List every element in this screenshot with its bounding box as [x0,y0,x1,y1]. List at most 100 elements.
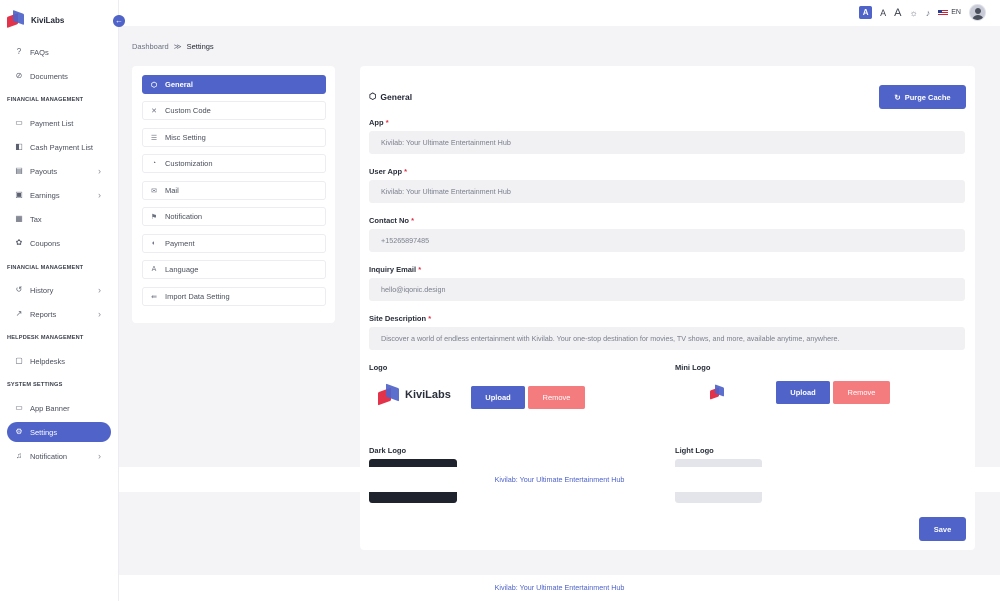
font-size-small-button[interactable]: A [859,6,873,19]
mail-icon: ✉ [151,187,157,195]
site-description-field[interactable]: Discover a world of endless entertainmen… [369,327,965,350]
sidebar-item-payment-list[interactable]: ▭ Payment List [7,113,111,133]
sidebar-item-label: History [30,285,54,295]
settings-menu-language[interactable]: A Language [142,260,326,279]
required-mark: * [385,118,389,127]
mini-logo-upload-button[interactable]: Upload [776,381,830,404]
required-mark: * [411,216,415,225]
sidebar-item-label: Reports [30,309,57,319]
sidebar-item-label: Payment List [30,118,74,128]
logo-preview-text: KiviLabs [405,389,451,401]
logo-label: Logo [369,363,388,372]
gift-icon: ✿ [15,238,23,247]
box-icon: ⬡ [369,91,377,101]
import-icon: ⇚ [151,293,157,301]
contact-no-field[interactable]: +15265897485 [369,229,965,252]
refresh-icon: ↻ [894,92,901,102]
inquiry-email-label: Inquiry Email * [369,265,421,274]
section-label-financial: FINANCIAL MANAGEMENT [7,97,84,103]
mini-logo-remove-button[interactable]: Remove [833,381,890,404]
sidebar-item-documents[interactable]: ⊘ Documents [7,66,111,86]
section-label-helpdesk: HELPDESK MANAGEMENT [7,335,84,341]
user-app-label: User App * [369,167,407,176]
required-mark: * [404,167,408,176]
language-selector[interactable]: EN [938,9,961,16]
menu-item-label: Mail [165,186,179,195]
purge-cache-button[interactable]: ↻ Purge Cache [879,85,966,109]
sidebar-item-label: Documents [30,71,68,81]
sidebar-item-label: Payouts [30,166,58,176]
sidebar-item-label: Notification [30,451,68,461]
app-name-field[interactable]: Kivilab: Your Ultimate Entertainment Hub [369,131,965,154]
avatar[interactable] [969,4,986,21]
sidebar-item-helpdesks[interactable]: ▢ Helpdesks [7,351,111,371]
settings-menu-general[interactable]: ⬡ General [142,75,326,94]
breadcrumb: Dashboard ≫ Settings [132,42,214,51]
sidebar-item-label: Settings [30,427,58,437]
menu-item-label: Custom Code [165,106,211,115]
settings-menu-import-data[interactable]: ⇚ Import Data Setting [142,287,326,306]
settings-menu-notification[interactable]: ⚑ Notification [142,207,326,226]
sidebar-item-settings[interactable]: ⚙ Settings [7,422,111,442]
sidebar-item-reports[interactable]: ↗ Reports › [7,304,111,324]
user-app-name-field[interactable]: Kivilab: Your Ultimate Entertainment Hub [369,180,965,203]
sidebar-item-app-banner[interactable]: ▭ App Banner [7,398,111,418]
settings-menu-mail[interactable]: ✉ Mail [142,181,326,200]
breadcrumb-separator: ≫ [173,42,182,51]
site-description-label: Site Description * [369,314,431,323]
menu-item-label: Payment [165,239,195,248]
calculator-icon: ▦ [15,214,23,223]
menu-item-label: Misc Setting [165,133,206,142]
logo-remove-button[interactable]: Remove [528,386,585,409]
sidebar-item-earnings[interactable]: ▣ Earnings › [7,185,111,205]
site-description-label-text: Site Description [369,314,427,323]
chevron-right-icon: › [98,451,101,461]
translate-icon: A [151,266,157,273]
sidebar-item-coupons[interactable]: ✿ Coupons [7,233,111,253]
sidebar-item-tax[interactable]: ▦ Tax [7,209,111,229]
cash-icon: ◧ [15,142,23,151]
sidebar-item-faqs[interactable]: ? FAQs [7,42,111,62]
sidebar-item-cash-payment-list[interactable]: ◧ Cash Payment List [7,137,111,157]
breadcrumb-dashboard[interactable]: Dashboard [132,42,169,51]
form-title: ⬡ General [369,91,412,102]
form-title-text: General [380,91,413,102]
logo-upload-button[interactable]: Upload [471,386,525,409]
settings-menu-customization[interactable]: ◔ Customization [142,154,326,173]
sun-icon[interactable]: ☼ [910,8,918,18]
font-size-medium-button[interactable]: A [880,8,886,18]
inquiry-email-field[interactable]: hello@iqonic.design [369,278,965,301]
topbar: A A A ☼ ♪ EN [119,0,1000,26]
brand[interactable]: KiviLabs [7,9,65,29]
bell-icon: ⚑ [150,213,158,221]
brand-name: KiviLabs [31,15,65,25]
collapse-sidebar-icon[interactable]: ← [113,15,125,27]
mini-logo-label: Mini Logo [675,363,711,372]
sidebar: KiviLabs ? FAQs ⊘ Documents FINANCIAL MA… [0,0,119,601]
settings-menu-custom-code[interactable]: ✕ Custom Code [142,101,326,120]
sidebar-item-label: App Banner [30,403,70,413]
message-icon: ▢ [15,356,23,365]
bell-icon: ♫ [16,451,22,460]
section-label-system: SYSTEM SETTINGS [7,382,63,388]
dark-logo-label: Dark Logo [369,446,407,455]
chevron-right-icon: › [98,190,101,200]
us-flag-icon [938,9,949,16]
menu-item-label: General [165,80,193,89]
chevron-right-icon: › [98,285,101,295]
settings-menu-misc-setting[interactable]: ☰ Misc Setting [142,128,326,147]
sidebar-item-payouts[interactable]: ▤ Payouts › [7,161,111,181]
save-button[interactable]: Save [919,517,966,541]
image-icon: ▭ [15,403,23,412]
sliders-icon: ☰ [150,134,158,142]
settings-menu-payment[interactable]: ◐ Payment [142,234,326,253]
sidebar-item-history[interactable]: ↺ History › [7,280,111,300]
coin-icon: ◐ [151,240,157,247]
contact-no-label-text: Contact No [369,216,409,225]
bell-icon[interactable]: ♪ [926,8,931,18]
menu-item-label: Import Data Setting [165,292,230,301]
menu-item-label: Notification [165,212,203,221]
light-logo-label: Light Logo [675,446,714,455]
sidebar-item-notification[interactable]: ♫ Notification › [7,446,111,466]
font-size-large-button[interactable]: A [894,7,901,19]
